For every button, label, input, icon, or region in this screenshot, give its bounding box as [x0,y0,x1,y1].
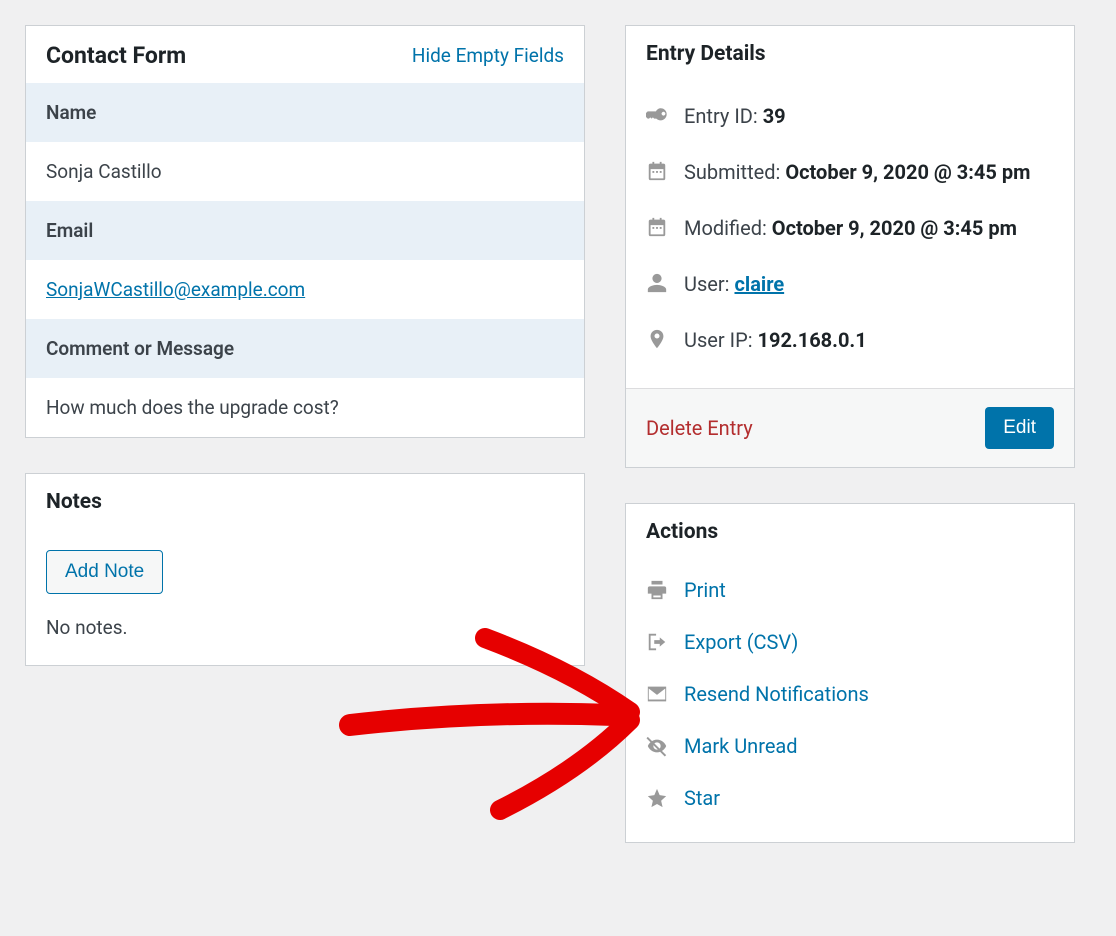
key-icon [646,104,670,126]
star-link[interactable]: Star [684,786,720,810]
entry-id-value: 39 [763,104,786,128]
calendar-icon [646,216,670,238]
actions-panel: Actions Print Export (CSV) [625,503,1075,843]
action-resend[interactable]: Resend Notifications [646,668,1054,720]
comment-label: Comment or Message [26,319,584,378]
resend-link[interactable]: Resend Notifications [684,682,869,706]
modified-value: October 9, 2020 @ 3:45 pm [772,216,1017,240]
action-print[interactable]: Print [646,564,1054,616]
location-icon [646,328,670,350]
notes-title: Notes [26,474,584,528]
calendar-icon [646,160,670,182]
print-link[interactable]: Print [684,578,726,602]
action-export[interactable]: Export (CSV) [646,616,1054,668]
user-icon [646,272,670,294]
entry-details-title: Entry Details [626,26,1074,80]
user-label: User: [684,272,734,296]
eye-slash-icon [646,735,670,757]
comment-value: How much does the upgrade cost? [26,378,584,437]
contact-form-title: Contact Form [46,42,186,69]
action-mark-unread[interactable]: Mark Unread [646,720,1054,772]
user-ip-label: User IP: [684,328,758,352]
name-label: Name [26,83,584,142]
entry-id-label: Entry ID: [684,104,763,128]
submitted-value: October 9, 2020 @ 3:45 pm [785,160,1030,184]
add-note-button[interactable]: Add Note [46,550,163,594]
actions-title: Actions [626,504,1074,558]
submitted-label: Submitted: [684,160,785,184]
notes-panel: Notes Add Note No notes. [25,473,585,666]
print-icon [646,579,670,601]
no-notes-text: No notes. [46,616,564,639]
user-ip-value: 192.168.0.1 [758,328,867,352]
star-icon [646,787,670,809]
export-icon [646,631,670,653]
name-value: Sonja Castillo [26,142,584,201]
edit-button[interactable]: Edit [985,407,1054,449]
action-star[interactable]: Star [646,772,1054,824]
modified-label: Modified: [684,216,772,240]
contact-form-panel: Contact Form Hide Empty Fields Name Sonj… [25,25,585,438]
email-label: Email [26,201,584,260]
email-link[interactable]: SonjaWCastillo@example.com [46,278,305,301]
entry-details-panel: Entry Details Entry ID: 39 Submitted: Oc… [625,25,1075,468]
mark-unread-link[interactable]: Mark Unread [684,734,798,758]
delete-entry-link[interactable]: Delete Entry [646,416,753,440]
mail-icon [646,683,670,705]
export-link[interactable]: Export (CSV) [684,630,798,654]
email-value: SonjaWCastillo@example.com [26,260,584,319]
hide-empty-fields-link[interactable]: Hide Empty Fields [412,44,564,67]
user-link[interactable]: claire [734,272,784,296]
